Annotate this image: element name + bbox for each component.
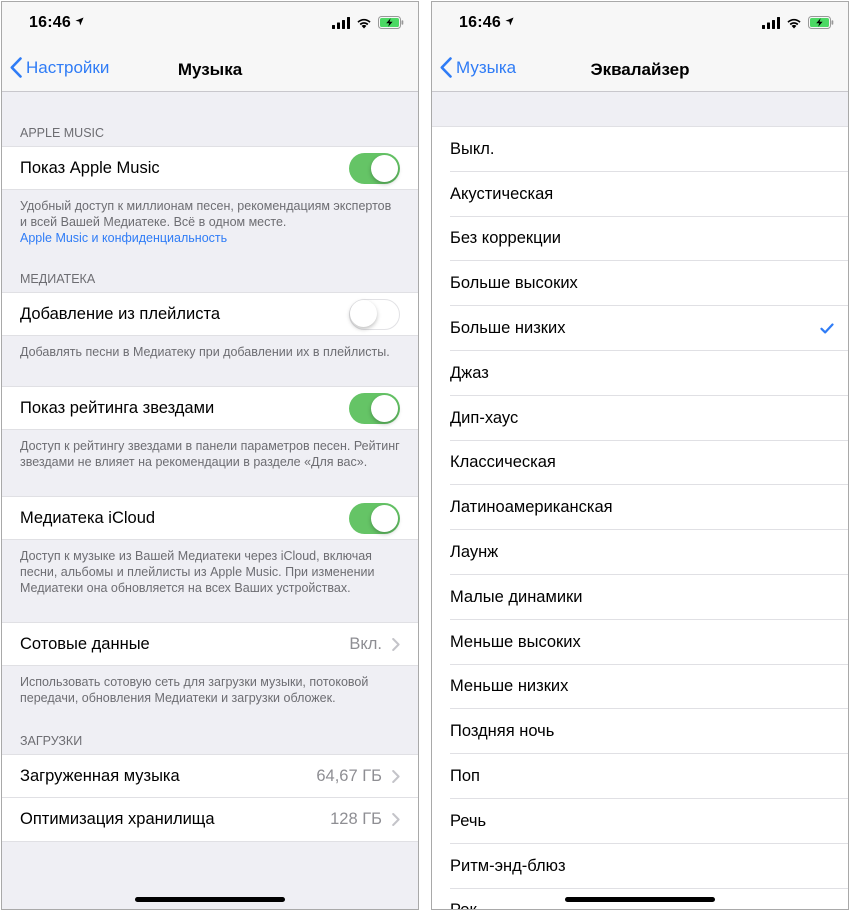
equalizer-option-label: Акустическая (450, 184, 554, 203)
location-arrow-icon (505, 17, 514, 26)
optimize-storage-label: Оптимизация хранилища (20, 810, 215, 828)
apple-music-privacy-link[interactable]: Apple Music и конфиденциальность (20, 230, 400, 246)
equalizer-option-label: Больше высоких (450, 274, 578, 293)
equalizer-option[interactable]: Латиноамериканская (432, 485, 848, 530)
equalizer-option-label: Джаз (450, 363, 489, 382)
optimize-storage-value: 128 ГБ (330, 810, 382, 828)
equalizer-option[interactable]: Меньше низких (432, 665, 848, 710)
equalizer-option-label: Больше низких (450, 319, 566, 338)
equalizer-option[interactable]: Дип-хаус (432, 396, 848, 441)
equalizer-option[interactable]: Джаз (432, 351, 848, 396)
battery-charging-icon (808, 16, 834, 29)
equalizer-option[interactable]: Акустическая (432, 172, 848, 217)
optimize-storage-detail: 128 ГБ (330, 810, 400, 829)
settings-content[interactable]: APPLE MUSIC Показ Apple Music Удобный до… (2, 92, 418, 909)
back-button[interactable]: Музыка (440, 57, 516, 78)
equalizer-option-label: Дип-хаус (450, 408, 519, 427)
home-indicator[interactable] (135, 897, 285, 902)
settings-music-screen: 16:46 Настройки Музыка APPLE MUSIC Показ… (1, 1, 419, 910)
equalizer-option[interactable]: Больше высоких (432, 261, 848, 306)
back-button-label: Настройки (26, 57, 110, 77)
status-bar: 16:46 (432, 2, 848, 48)
equalizer-option-label: Классическая (450, 453, 556, 472)
downloaded-music-label: Загруженная музыка (20, 766, 180, 785)
battery-charging-icon (378, 16, 404, 29)
show-apple-music-label: Показ Apple Music (20, 158, 160, 177)
cellular-signal-icon (762, 16, 780, 29)
status-time: 16:46 (29, 14, 84, 32)
chevron-left-icon (10, 57, 22, 78)
equalizer-option-label: Меньше высоких (450, 632, 581, 651)
optimize-storage-row[interactable]: Оптимизация хранилища 128 ГБ (2, 798, 418, 842)
equalizer-option-label: Меньше низких (450, 677, 569, 696)
add-from-playlist-row: Добавление из плейлиста (2, 292, 418, 336)
star-rating-label: Показ рейтинга звездами (20, 398, 215, 417)
equalizer-option[interactable]: Больше низких (432, 306, 848, 351)
status-time: 16:46 (459, 14, 514, 32)
equalizer-option-label: Поп (450, 767, 480, 786)
equalizer-option-label: Лаунж (450, 543, 499, 562)
navigation-bar: Музыка Эквалайзер (432, 48, 848, 92)
chevron-right-icon (392, 769, 400, 783)
equalizer-option[interactable]: Без коррекции (432, 217, 848, 262)
equalizer-option[interactable]: Малые динамики (432, 575, 848, 620)
navigation-bar: Настройки Музыка (2, 48, 418, 92)
show-apple-music-row: Показ Apple Music (2, 146, 418, 190)
cellular-data-footer: Использовать сотовую сеть для загрузки м… (20, 675, 369, 705)
star-rating-footer: Доступ к рейтингу звездами в панели пара… (20, 439, 400, 469)
location-arrow-icon (75, 17, 84, 26)
equalizer-option[interactable]: Поздняя ночь (432, 709, 848, 754)
downloaded-music-value: 64,67 ГБ (316, 766, 382, 785)
equalizer-option-label: Малые динамики (450, 587, 583, 606)
equalizer-option[interactable]: Поп (432, 754, 848, 799)
cellular-data-label: Сотовые данные (20, 634, 150, 653)
icloud-library-row: Медиатека iCloud (2, 496, 418, 540)
equalizer-option-label: Речь (450, 811, 487, 830)
cellular-data-detail: Вкл. (349, 635, 400, 654)
cellular-data-row[interactable]: Сотовые данные Вкл. (2, 622, 418, 666)
section-header-downloads: ЗАГРУЗКИ (20, 734, 83, 748)
chevron-right-icon (392, 813, 400, 826)
equalizer-option-label: Без коррекции (450, 229, 562, 248)
cellular-signal-icon (332, 16, 350, 29)
equalizer-option[interactable]: Выкл. (432, 127, 848, 172)
downloaded-music-row[interactable]: Загруженная музыка 64,67 ГБ (2, 754, 418, 798)
home-indicator[interactable] (565, 897, 715, 902)
add-from-playlist-label: Добавление из плейлиста (20, 304, 221, 323)
back-button-label: Музыка (456, 57, 517, 77)
add-from-playlist-toggle[interactable] (349, 298, 400, 330)
equalizer-option-label: Выкл. (450, 139, 495, 158)
equalizer-option[interactable]: Меньше высоких (432, 620, 848, 665)
show-apple-music-toggle[interactable] (349, 152, 400, 184)
equalizer-option-label: Ритм-энд-блюз (450, 856, 566, 875)
icloud-library-toggle[interactable] (349, 502, 400, 534)
chevron-left-icon (440, 57, 452, 78)
back-button[interactable]: Настройки (10, 57, 109, 78)
wifi-icon (357, 18, 371, 28)
section-header-library: МЕДИАТЕКА (20, 272, 96, 286)
downloaded-music-detail: 64,67 ГБ (316, 767, 400, 786)
star-rating-toggle[interactable] (349, 392, 400, 424)
cellular-data-value: Вкл. (349, 634, 382, 653)
equalizer-option-label: Латиноамериканская (450, 498, 613, 517)
apple-music-footer: Удобный доступ к миллионам песен, рекоме… (2, 190, 418, 246)
status-bar: 16:46 (2, 2, 418, 48)
equalizer-option[interactable]: Ритм-энд-блюз (432, 844, 848, 889)
section-header-apple-music: APPLE MUSIC (20, 126, 105, 140)
equalizer-option[interactable]: Классическая (432, 441, 848, 486)
checkmark-icon (820, 323, 834, 334)
equalizer-option[interactable]: Лаунж (432, 530, 848, 575)
equalizer-screen: 16:46 Музыка Эквалайзер Выкл. Акустическа… (431, 1, 849, 910)
equalizer-option-label: Поздняя ночь (450, 722, 555, 741)
equalizer-list[interactable]: Выкл. Акустическая Без коррекции Больше выс… (432, 126, 848, 909)
equalizer-option[interactable]: Речь (432, 799, 848, 844)
star-rating-row: Показ рейтинга звездами (2, 386, 418, 430)
add-from-playlist-footer: Добавлять песни в Медиатеку при добавлен… (20, 345, 390, 359)
icloud-library-footer: Доступ к музыке из Вашей Медиатеки через… (20, 549, 375, 595)
wifi-icon (787, 18, 801, 28)
equalizer-option-label: Рок (450, 901, 477, 909)
icloud-library-label: Медиатека iCloud (20, 508, 156, 527)
chevron-right-icon (392, 637, 400, 651)
